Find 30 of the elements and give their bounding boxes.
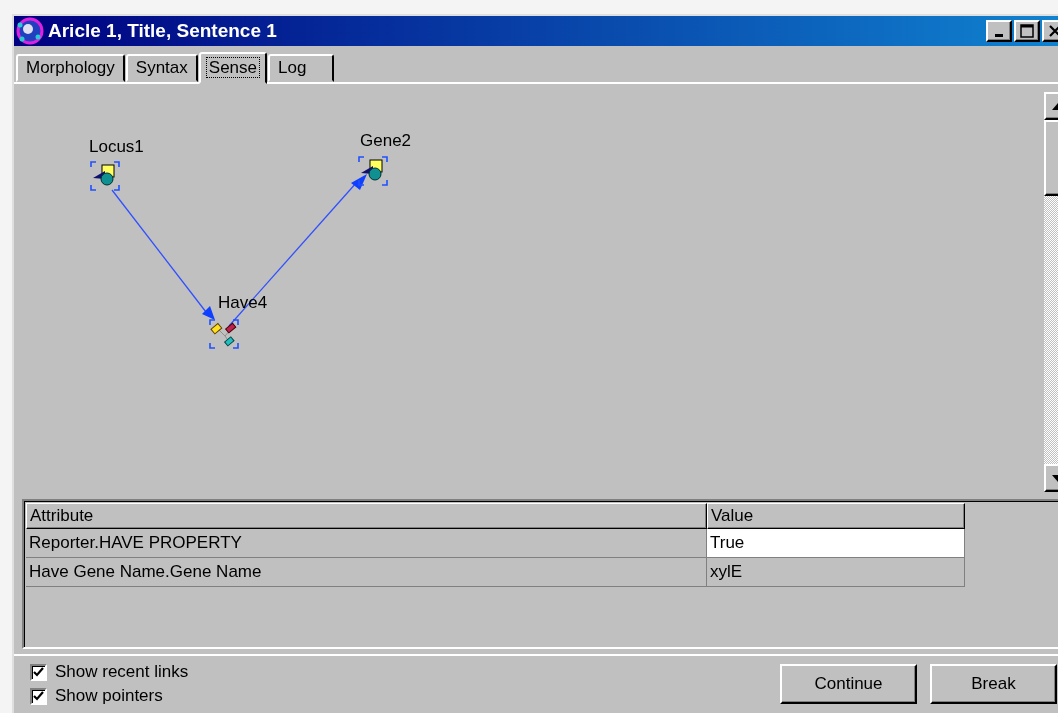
table-cell: Reporter.HAVE PROPERTY bbox=[26, 529, 707, 558]
column-header[interactable]: Attribute bbox=[26, 503, 707, 529]
maximize-icon bbox=[1020, 24, 1034, 38]
node-icon[interactable] bbox=[358, 156, 388, 186]
window-title: Aricle 1, Title, Sentence 1 bbox=[48, 20, 278, 42]
relation-icon[interactable] bbox=[209, 319, 239, 349]
table-cell: Have Gene Name.Gene Name bbox=[26, 558, 707, 587]
node-label: Gene2 bbox=[360, 131, 412, 151]
tab[interactable]: Sense bbox=[198, 52, 267, 84]
minimize-button[interactable] bbox=[986, 20, 1012, 42]
check-icon bbox=[33, 666, 44, 678]
tab[interactable]: Morphology bbox=[16, 54, 125, 82]
maximize-button[interactable] bbox=[1014, 20, 1040, 42]
checkbox-label: Show pointers bbox=[55, 686, 163, 706]
checkbox-label: Show recent links bbox=[55, 662, 189, 682]
table-cell: xylE bbox=[707, 558, 965, 587]
node-label: Locus1 bbox=[89, 137, 144, 157]
action-button[interactable]: Break bbox=[930, 664, 1057, 704]
tab[interactable]: Log bbox=[268, 54, 334, 82]
checkbox[interactable] bbox=[30, 687, 47, 705]
tab[interactable]: Syntax bbox=[125, 54, 198, 82]
node-icon[interactable] bbox=[90, 161, 120, 191]
minimize-icon bbox=[995, 33, 1003, 37]
action-button[interactable]: Continue bbox=[780, 664, 917, 704]
checkbox[interactable] bbox=[30, 663, 47, 681]
check-icon bbox=[33, 690, 44, 702]
close-icon bbox=[1048, 24, 1058, 38]
value-field[interactable]: True bbox=[707, 529, 965, 558]
app-icon bbox=[16, 17, 44, 45]
column-header[interactable]: Value bbox=[707, 503, 965, 529]
